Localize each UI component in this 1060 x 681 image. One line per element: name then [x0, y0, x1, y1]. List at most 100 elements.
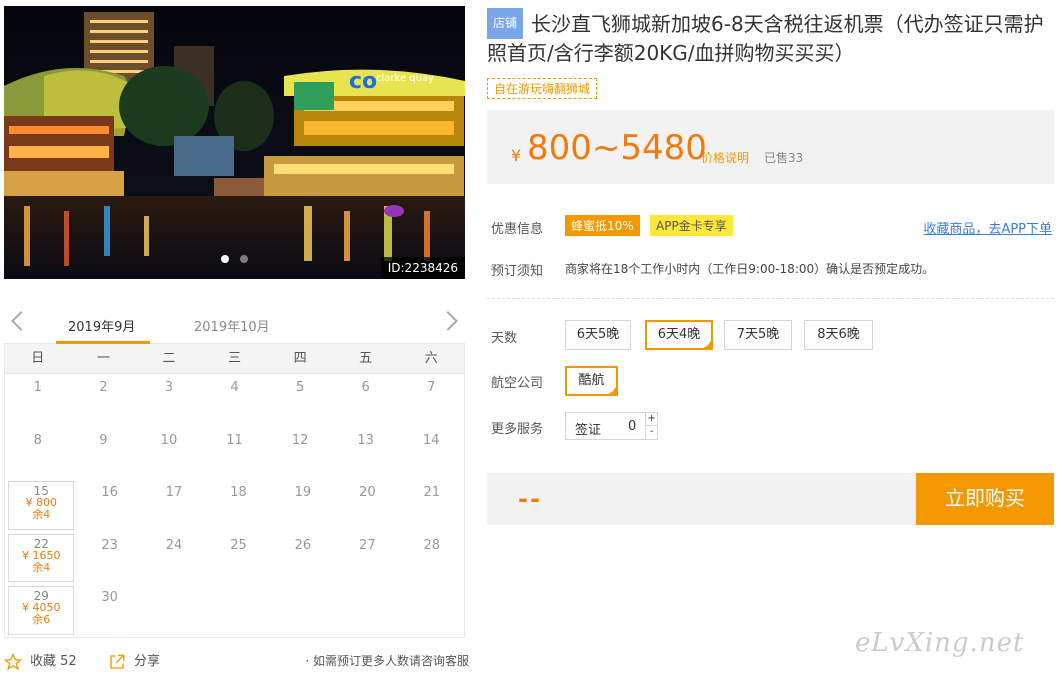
product-title: 店铺 长沙直飞狮城新加坡6-8天含税往返机票（代办签证只需护照首页/含行李额20K…	[487, 8, 1056, 68]
day-number: 17	[165, 485, 183, 501]
calendar-day[interactable]: 27	[335, 532, 399, 585]
days-option-6d4n[interactable]: 6天4晚 ✓	[645, 320, 713, 350]
airline-option-scoot[interactable]: 酷航 ✓	[565, 366, 618, 396]
calendar-day[interactable]: 6	[333, 374, 399, 427]
day-number: 28	[423, 537, 441, 553]
booking-calendar: 2019年9月 2019年10月 日 一 二 三 四 五 六 123456789…	[4, 306, 465, 638]
weekday-label: 三	[228, 351, 242, 366]
days-option-label: 6天4晚	[657, 327, 701, 342]
carousel-dot-1[interactable]	[220, 255, 229, 263]
calendar-day[interactable]: 18	[206, 479, 270, 532]
calendar-day[interactable]: 8	[5, 427, 71, 480]
buy-now-button[interactable]: 立即购买	[916, 473, 1054, 525]
day-number: 9	[99, 432, 108, 448]
day-stock: 余4	[32, 560, 51, 574]
product-photo[interactable]: co clarke quay ID:2238426	[4, 6, 465, 279]
favorite-app-link[interactable]: 收藏商品，去APP下单	[923, 218, 1052, 237]
calendar-day[interactable]: 1	[5, 374, 71, 427]
calendar-day[interactable]: 9	[71, 427, 137, 480]
total-price: --	[518, 485, 542, 513]
day-number: 12	[291, 432, 309, 448]
prev-month-arrow-icon[interactable]	[11, 311, 31, 331]
day-stock: 余4	[32, 508, 51, 522]
weekday-label: 五	[359, 351, 373, 366]
calendar-day-available[interactable]: 15 ¥ 800 余4	[8, 481, 75, 530]
calendar-day[interactable]: 30	[77, 584, 141, 637]
product-title-text: 长沙直飞狮城新加坡6-8天含税往返机票（代办签证只需护照首页/含行李额20KG/…	[487, 12, 1044, 65]
calendar-day[interactable]: 7	[398, 374, 464, 427]
price-explanation-link[interactable]: 价格说明	[701, 149, 749, 166]
share-bar: 收藏 52 分享 · 如需预订更多人数请咨询客服	[4, 648, 469, 672]
airline-option-label: 酷航	[578, 373, 605, 388]
month-tab-september[interactable]: 2019年9月	[68, 316, 135, 335]
calendar-empty-cell	[335, 584, 399, 637]
buy-bar: -- 立即购买	[487, 473, 1054, 525]
calendar-day[interactable]: 5	[267, 374, 333, 427]
favorite-label: 收藏 52	[30, 654, 77, 669]
booking-notice: 商家将在18个工作小时内（工作日9:00-18:00）确认是否预定成功。	[565, 262, 935, 276]
day-number: 16	[101, 485, 118, 501]
calendar-day[interactable]: 2	[71, 374, 137, 427]
calendar-day[interactable]: 12	[267, 427, 333, 480]
favorite-button[interactable]: 收藏 52	[4, 650, 77, 671]
calendar-day[interactable]: 13	[333, 427, 399, 480]
day-number: 1	[33, 380, 42, 395]
calendar-day[interactable]: 3	[136, 374, 202, 427]
calendar-day[interactable]: 16	[77, 479, 141, 532]
calendar-day-available[interactable]: 29 ¥ 4050 余6	[8, 586, 75, 635]
day-number: 14	[422, 432, 440, 448]
decrement-button[interactable]: -	[645, 426, 657, 439]
days-option-8d6n[interactable]: 8天6晚	[804, 320, 873, 350]
share-button[interactable]: 分享	[108, 650, 160, 671]
services-label: 更多服务	[491, 422, 544, 437]
calendar-day[interactable]: 21	[400, 479, 464, 532]
calendar-day[interactable]: 24	[142, 532, 206, 585]
promo-label: 优惠信息	[491, 222, 544, 237]
calendar-day[interactable]: 11	[202, 427, 268, 480]
calendar-day[interactable]: 17	[142, 479, 206, 532]
calendar-day[interactable]: 20	[335, 479, 399, 532]
service-quantity[interactable]: 0	[628, 419, 636, 434]
calendar-day[interactable]: 19	[271, 479, 335, 532]
carousel-dot-2[interactable]	[240, 255, 249, 263]
calendar-week-row: 22 ¥ 1650 余4 23 24 25 26 27 28	[5, 532, 464, 585]
calendar-day[interactable]: 4	[202, 374, 268, 427]
clarke-quay-night-image: co clarke quay	[4, 6, 465, 279]
title-box: 店铺 长沙直飞狮城新加坡6-8天含税往返机票（代办签证只需护照首页/含行李额20K…	[487, 8, 1056, 68]
increment-button[interactable]: +	[645, 413, 657, 426]
coupon-honey[interactable]: 蜂蜜抵10%	[565, 215, 640, 236]
day-number: 21	[423, 485, 441, 501]
calendar-day[interactable]: 23	[77, 532, 141, 585]
calendar-empty-cell	[400, 584, 464, 637]
shop-badge[interactable]: 店铺	[487, 8, 524, 39]
visa-service-stepper: 签证 0 + -	[565, 412, 658, 440]
calendar-day[interactable]: 26	[271, 532, 335, 585]
calendar-week-row: 1 2 3 4 5 6 7	[5, 374, 464, 427]
day-number: 24	[165, 537, 183, 553]
day-number: 30	[101, 590, 118, 606]
price-box: ¥ 800~5480 价格说明 已售33	[487, 110, 1054, 184]
day-number: 20	[359, 485, 376, 501]
calendar-day[interactable]: 25	[206, 532, 270, 585]
days-option-7d5n[interactable]: 7天5晚	[724, 320, 792, 350]
next-month-arrow-icon[interactable]	[438, 311, 458, 331]
day-number: 11	[226, 432, 243, 448]
calendar-day[interactable]: 14	[398, 427, 464, 480]
sign-text: clarke quay	[376, 73, 434, 84]
day-number: 26	[294, 537, 312, 553]
active-tab-underline	[56, 341, 150, 344]
calendar-day[interactable]: 10	[136, 427, 202, 480]
calendar-day-available[interactable]: 22 ¥ 1650 余4	[8, 533, 75, 583]
weekday-label: 六	[424, 351, 438, 366]
day-number: 7	[427, 380, 436, 395]
price-range: 800~5480	[527, 128, 707, 168]
calendar-day[interactable]: 28	[400, 532, 464, 585]
calendar-week-row: 29 ¥ 4050 余6 30	[5, 584, 464, 637]
coupon-app-gold[interactable]: APP金卡专享	[650, 215, 733, 236]
day-number: 4	[230, 380, 239, 395]
notice-label: 预订须知	[491, 264, 544, 279]
calendar-empty-cell	[206, 584, 270, 637]
product-tag: 自在游玩嗨翻狮城	[487, 78, 598, 99]
month-tab-october[interactable]: 2019年10月	[194, 316, 270, 335]
days-option-6d5n[interactable]: 6天5晚	[565, 320, 631, 350]
